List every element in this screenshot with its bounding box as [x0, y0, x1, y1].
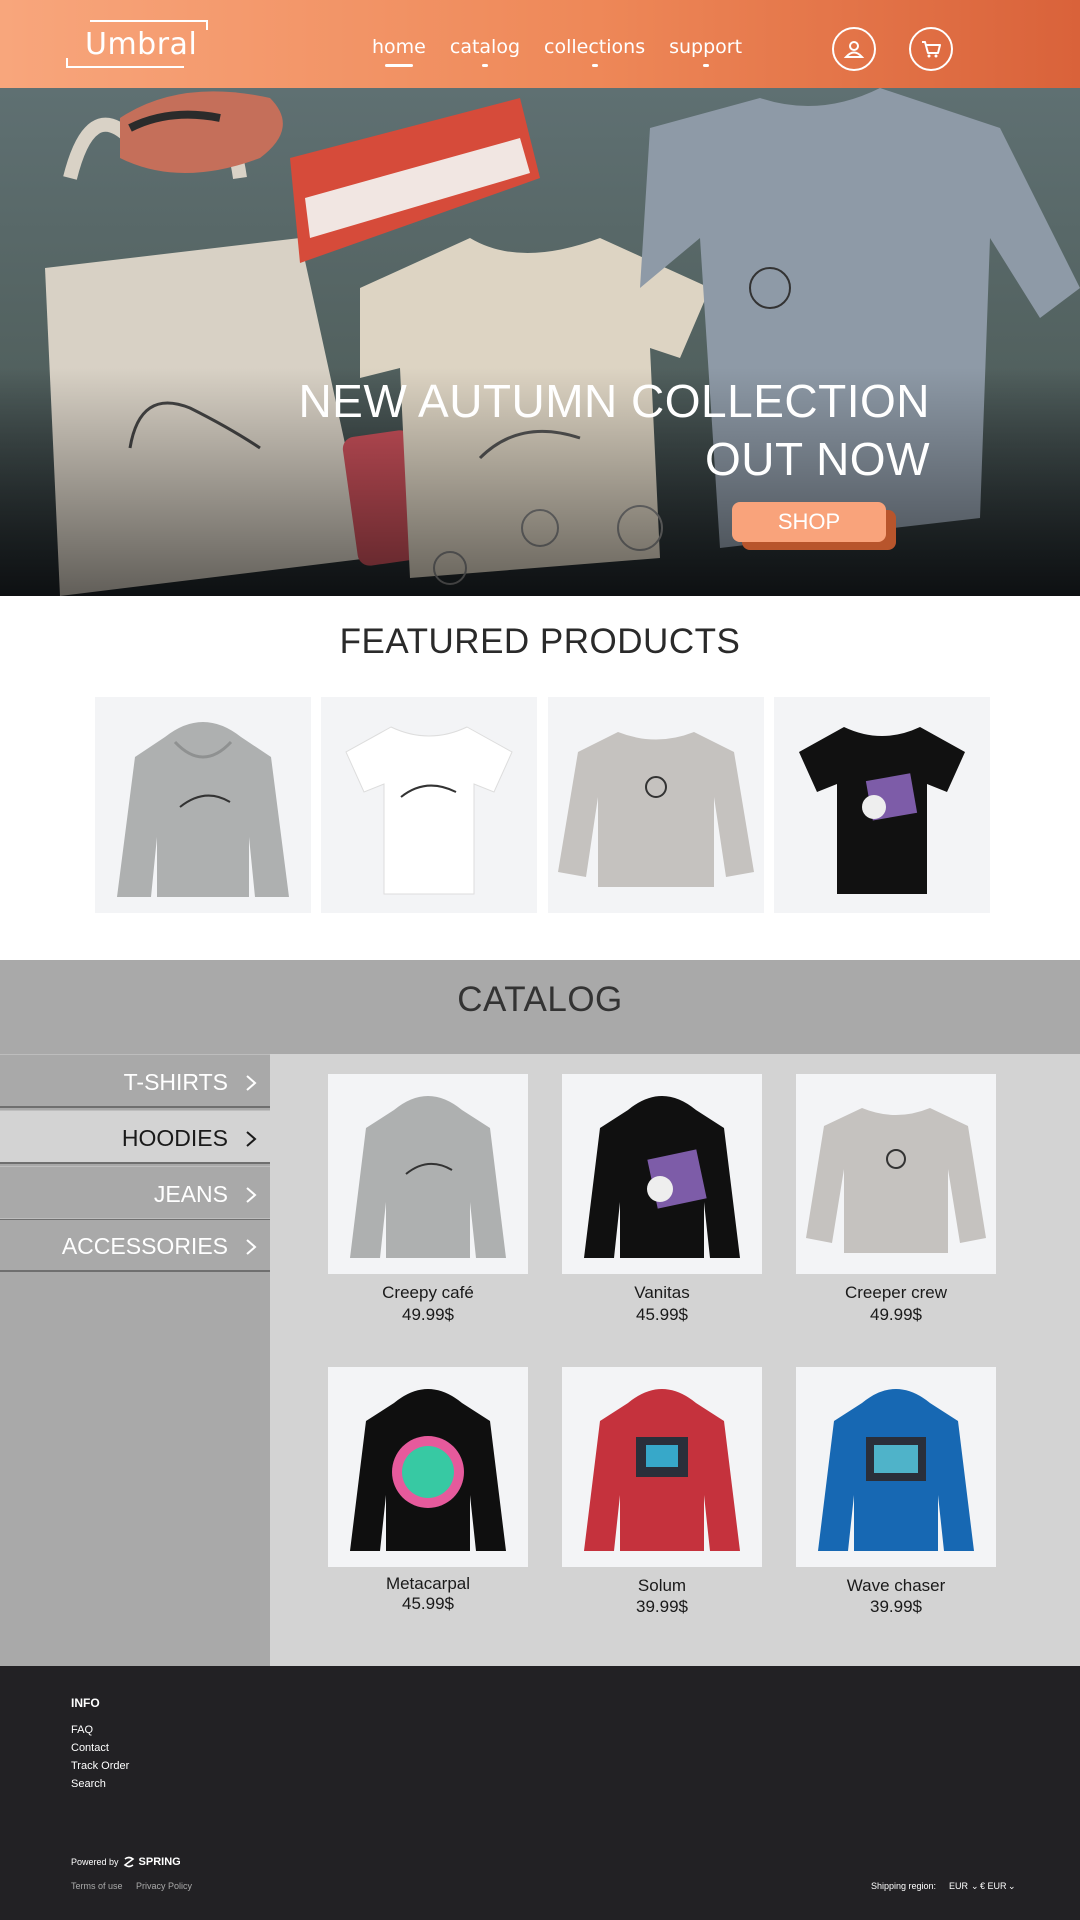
featured-product-3[interactable]	[548, 697, 764, 913]
featured-product-1[interactable]	[95, 697, 311, 913]
category-hoodies[interactable]: HOODIES	[0, 1110, 270, 1164]
product-name[interactable]: Solum	[562, 1576, 762, 1596]
shipping-region-select[interactable]: EUR	[949, 1881, 968, 1891]
shipping-region-label: Shipping region:	[871, 1881, 937, 1891]
tshirt-image	[345, 726, 513, 895]
nav-home[interactable]: home	[372, 36, 426, 67]
product-price: 45.99$	[402, 1594, 454, 1613]
terms-link[interactable]: Terms of use	[71, 1881, 123, 1891]
category-label: T-SHIRTS	[123, 1069, 228, 1095]
chevron-down-icon: ⌄	[1008, 1881, 1016, 1891]
catalog-title: CATALOG	[457, 980, 623, 1019]
hero-headline: NEW AUTUMN COLLECTION OUT NOW	[298, 372, 930, 488]
product-card[interactable]	[796, 1367, 996, 1567]
logo-text: Umbral	[85, 27, 198, 62]
hero-title-line1: NEW AUTUMN COLLECTION	[298, 375, 930, 427]
sweatshirt-image	[806, 1108, 986, 1253]
chevron-right-icon	[246, 1187, 257, 1203]
powered-by-label: Powered by	[71, 1857, 119, 1867]
cart-button[interactable]	[909, 27, 953, 71]
user-icon	[843, 41, 865, 58]
chevron-right-icon	[246, 1131, 257, 1147]
product-price: 49.99$	[402, 1305, 454, 1324]
product-name[interactable]: Metacarpal	[328, 1574, 528, 1594]
product-card[interactable]	[796, 1074, 996, 1274]
privacy-link[interactable]: Privacy Policy	[136, 1881, 192, 1891]
main-nav: home catalog collections support	[372, 36, 766, 67]
nav-underline	[591, 64, 598, 67]
site-header: Umbral home catalog collections support	[0, 0, 1080, 88]
nav-collections[interactable]: collections	[544, 36, 646, 67]
hero-banner: NEW AUTUMN COLLECTION OUT NOW SHOP	[0, 88, 1080, 596]
product-name[interactable]: Vanitas	[562, 1283, 762, 1303]
footer-info-heading: INFO	[71, 1696, 100, 1710]
nav-support-label: support	[669, 36, 743, 58]
shop-button[interactable]: SHOP	[732, 502, 886, 542]
product-name[interactable]: Creeper crew	[796, 1283, 996, 1303]
cart-icon	[922, 41, 941, 58]
nav-underline	[702, 64, 709, 67]
featured-product-2[interactable]	[321, 697, 537, 913]
product-card[interactable]	[328, 1074, 528, 1274]
product-name[interactable]: Wave chaser	[796, 1576, 996, 1596]
product-price: 49.99$	[870, 1305, 922, 1324]
hoodie-image	[584, 1096, 740, 1258]
product-price: 45.99$	[636, 1305, 688, 1324]
nav-catalog[interactable]: catalog	[449, 36, 521, 67]
product-card[interactable]	[562, 1367, 762, 1567]
nav-underline	[384, 64, 413, 67]
nav-collections-label: collections	[544, 36, 646, 58]
category-label: ACCESSORIES	[61, 1233, 228, 1259]
spring-brand: SPRING	[138, 1856, 181, 1868]
category-accessories[interactable]: ACCESSORIES	[0, 1218, 270, 1272]
account-button[interactable]	[832, 27, 876, 71]
category-jeans[interactable]: JEANS	[0, 1166, 270, 1220]
category-tshirts[interactable]: T-SHIRTS	[0, 1054, 270, 1108]
hoodie-image	[818, 1389, 974, 1551]
category-label: HOODIES	[121, 1125, 228, 1151]
logo[interactable]: Umbral	[66, 20, 208, 68]
hoodie-image	[117, 722, 289, 897]
site-footer: INFO FAQ Contact Track Order Search Powe…	[0, 1666, 1080, 1920]
product-price: 39.99$	[636, 1597, 688, 1616]
nav-underline	[481, 64, 488, 67]
product-card[interactable]	[328, 1367, 528, 1567]
currency-select[interactable]: € EUR	[980, 1881, 1007, 1891]
chevron-down-icon: ⌄	[971, 1881, 979, 1891]
nav-home-label: home	[372, 36, 426, 58]
product-card[interactable]	[562, 1074, 762, 1274]
hero-shade	[0, 88, 1080, 596]
spring-logo-icon	[123, 1856, 134, 1868]
hero-title-line2: OUT NOW	[705, 433, 930, 485]
chevron-right-icon	[246, 1075, 257, 1091]
product-price: 39.99$	[870, 1597, 922, 1616]
footer-link-contact[interactable]: Contact	[71, 1742, 109, 1754]
featured-title: FEATURED PRODUCTS	[339, 622, 741, 661]
hoodie-image	[350, 1096, 506, 1258]
tshirt-image	[799, 727, 965, 894]
footer-link-search[interactable]: Search	[71, 1778, 106, 1790]
footer-link-faq[interactable]: FAQ	[71, 1724, 93, 1736]
footer-link-track-order[interactable]: Track Order	[71, 1760, 129, 1772]
nav-catalog-label: catalog	[449, 36, 521, 58]
powered-by[interactable]: Powered by SPRING	[71, 1856, 181, 1868]
hoodie-image	[584, 1389, 740, 1551]
chevron-right-icon	[246, 1239, 257, 1255]
featured-product-4[interactable]	[774, 697, 990, 913]
hoodie-image	[350, 1389, 506, 1551]
product-name[interactable]: Creepy café	[328, 1283, 528, 1303]
category-label: JEANS	[153, 1181, 228, 1207]
sweatshirt-image	[558, 732, 754, 887]
nav-support[interactable]: support	[669, 36, 743, 67]
